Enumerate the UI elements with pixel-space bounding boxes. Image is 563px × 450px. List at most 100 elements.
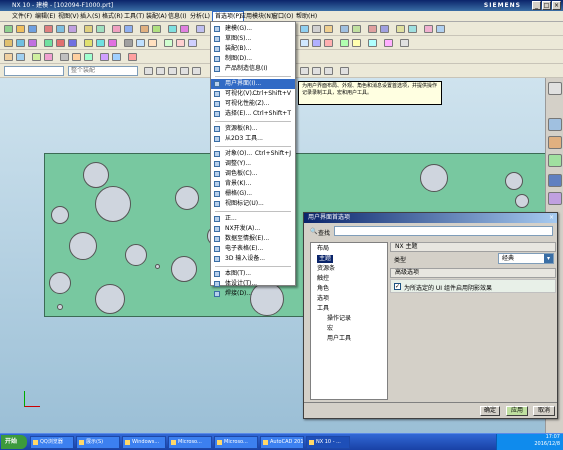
preferences-menu-item[interactable]: 用户界面(I)... — [211, 79, 295, 89]
view-fit-icon[interactable] — [300, 25, 309, 33]
show-hide-icon[interactable] — [400, 39, 409, 47]
trim-icon[interactable] — [196, 25, 205, 33]
orient-icon[interactable] — [340, 25, 349, 33]
new-icon[interactable] — [4, 25, 13, 33]
wcs-icon[interactable] — [16, 53, 25, 61]
tangent-snap-icon[interactable] — [324, 67, 333, 75]
quadrant-snap-icon[interactable] — [312, 67, 321, 75]
section-icon[interactable] — [368, 25, 377, 33]
hidden-icon[interactable] — [340, 39, 349, 47]
tree-node[interactable]: 资源条 — [317, 265, 335, 273]
subtract-icon[interactable] — [96, 39, 105, 47]
sphere-icon[interactable] — [164, 39, 173, 47]
edges-icon[interactable] — [324, 39, 333, 47]
save-icon[interactable] — [28, 25, 37, 33]
render-icon[interactable] — [352, 25, 361, 33]
shaded-icon[interactable] — [312, 39, 321, 47]
menu-edit[interactable]: 编辑(E) — [33, 11, 57, 22]
tree-node[interactable]: 选项 — [317, 295, 329, 303]
close-button[interactable]: × — [552, 1, 561, 10]
preferences-menu-item[interactable]: 本图(T)... — [211, 269, 295, 279]
menu-file[interactable]: 文件(F) — [10, 11, 34, 22]
preferences-menu-item[interactable]: 可视化性能(Z)... — [211, 99, 295, 109]
preferences-menu-item[interactable]: 建模(G)... — [211, 24, 295, 34]
tree-node[interactable]: 主题 — [317, 255, 334, 263]
curve-icon[interactable] — [436, 25, 445, 33]
part-navigator-icon[interactable] — [548, 118, 562, 131]
preferences-menu-item[interactable]: 资源板(R)... — [211, 124, 295, 134]
preferences-menu-item[interactable]: 电子表格(E)... — [211, 244, 295, 254]
tree-node[interactable]: 操作记录 — [327, 315, 351, 323]
select-all-icon[interactable] — [144, 67, 153, 75]
cone-icon[interactable] — [148, 39, 157, 47]
pattern-icon[interactable] — [168, 25, 177, 33]
taskbar-task[interactable]: 展示(S) — [76, 436, 120, 449]
arc-icon[interactable] — [68, 39, 77, 47]
display-icon[interactable] — [384, 39, 393, 47]
datum-plane-icon[interactable] — [4, 39, 13, 47]
preferences-menu-item[interactable]: 焊接(D)... — [211, 289, 295, 299]
menu-analysis[interactable]: 分析(L) — [188, 11, 212, 22]
replace-face-icon[interactable] — [72, 53, 81, 61]
reuse-library-icon[interactable] — [548, 136, 562, 149]
wireframe-icon[interactable] — [300, 39, 309, 47]
advanced-section-header[interactable]: 高级选项 — [390, 268, 556, 278]
preferences-menu-item[interactable]: 产品制造信息(I) — [211, 64, 295, 74]
menu-help[interactable]: 帮助(H) — [294, 11, 319, 22]
taskbar-task[interactable]: NX 10 - ... — [306, 436, 350, 449]
preferences-menu-item[interactable]: 选择(E)... Ctrl+Shift+T — [211, 109, 295, 119]
preferences-menu-item[interactable]: 栅格(G)... — [211, 189, 295, 199]
snap-icon[interactable] — [4, 53, 13, 61]
intersect-icon[interactable] — [108, 39, 117, 47]
analysis-icon[interactable] — [408, 25, 417, 33]
preferences-menu-item[interactable]: 调整(Y)... — [211, 159, 295, 169]
blend-icon[interactable] — [112, 25, 121, 33]
resize-icon[interactable] — [100, 53, 109, 61]
boss-icon[interactable] — [96, 25, 105, 33]
midpoint-snap-icon[interactable] — [180, 67, 189, 75]
deselect-icon[interactable] — [156, 67, 165, 75]
preferences-menu-item[interactable]: 视图标记(U)... — [211, 199, 295, 209]
sync-icon[interactable] — [44, 53, 53, 61]
rotate-icon[interactable] — [324, 25, 333, 33]
preferences-menu-item[interactable]: 可视化(V)... Ctrl+Shift+V — [211, 89, 295, 99]
line-icon[interactable] — [56, 39, 65, 47]
on-curve-snap-icon[interactable] — [340, 67, 349, 75]
preferences-menu-item[interactable]: 3D 输入设备... — [211, 254, 295, 264]
ok-button[interactable]: 确定 — [480, 406, 500, 416]
offset-icon[interactable] — [176, 39, 185, 47]
shell-icon[interactable] — [140, 25, 149, 33]
sketch-icon[interactable] — [44, 25, 53, 33]
roles-icon[interactable] — [548, 192, 562, 205]
feature-icon[interactable] — [32, 53, 41, 61]
thicken-icon[interactable] — [188, 39, 197, 47]
dialog-close-icon[interactable]: × — [549, 213, 554, 223]
offset-region-icon[interactable] — [128, 53, 137, 61]
preferences-menu-item[interactable]: 正... — [211, 214, 295, 224]
pull-icon[interactable] — [112, 53, 121, 61]
mirror-icon[interactable] — [180, 25, 189, 33]
revolve-icon[interactable] — [68, 25, 77, 33]
dialog-titlebar[interactable]: 用户界面首选项 × — [304, 213, 557, 223]
chamfer-icon[interactable] — [124, 25, 133, 33]
history-icon[interactable] — [548, 154, 562, 167]
unite-icon[interactable] — [84, 39, 93, 47]
shadow-checkbox[interactable]: ✓ — [394, 283, 401, 290]
taskbar-task[interactable]: Microso... — [168, 436, 212, 449]
web-browser-icon[interactable] — [548, 174, 562, 187]
preferences-menu-item[interactable]: 数据至情报(E)... — [211, 234, 295, 244]
open-icon[interactable] — [16, 25, 25, 33]
datum-csys-icon[interactable] — [28, 39, 37, 47]
hole-icon[interactable] — [84, 25, 93, 33]
cylinder-icon[interactable] — [136, 39, 145, 47]
preferences-menu-item[interactable]: 从2D3 工具... — [211, 134, 295, 144]
scope-filter-dropdown[interactable]: 整个装配 — [68, 66, 138, 76]
chevron-down-icon[interactable]: ▾ — [544, 254, 553, 263]
taskbar-task[interactable]: AutoCAD 2013 — [260, 436, 304, 449]
layer-icon[interactable] — [380, 25, 389, 33]
start-button[interactable]: 开始 — [1, 435, 27, 449]
tree-node[interactable]: 工具 — [317, 305, 329, 313]
menu-tools[interactable]: 工具(T) — [122, 11, 146, 22]
tree-node[interactable]: 用户工具 — [327, 335, 351, 343]
preferences-menu-item[interactable]: 体设计(T)... — [211, 279, 295, 289]
